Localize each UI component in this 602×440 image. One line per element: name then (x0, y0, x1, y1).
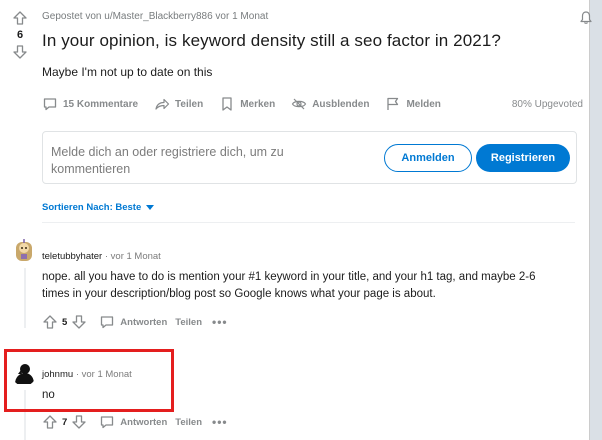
share-label: Teilen (175, 98, 204, 110)
upvote-icon[interactable] (12, 10, 28, 26)
reply-button[interactable]: Antworten (99, 414, 167, 430)
highlight-box (4, 349, 174, 412)
bookmark-icon (222, 97, 232, 111)
comment-time: · vor 1 Monat (104, 251, 161, 262)
login-button[interactable]: Anmelden (384, 144, 472, 172)
comments-button[interactable]: 15 Kommentare (42, 96, 138, 112)
chevron-down-icon (146, 205, 155, 210)
comment-icon (101, 416, 114, 429)
upvote-ratio: 80% Upgevoted (511, 98, 583, 110)
upvote-icon[interactable] (42, 314, 58, 330)
sort-dropdown[interactable]: Sortieren Nach: Beste (42, 202, 155, 213)
flag-icon (387, 97, 399, 110)
comment-username[interactable]: teletubbyhater (42, 251, 102, 262)
reply-label: Antworten (120, 316, 168, 328)
share-button[interactable]: Teilen (154, 96, 203, 112)
report-label: Melden (406, 98, 441, 110)
comment-share-button[interactable]: Teilen (175, 417, 202, 428)
post-page: 6 Gepostet von u/Master_Blackberry886 vo… (0, 0, 592, 440)
comment-actions: 5 Antworten Teilen ••• (42, 314, 228, 330)
thread-line[interactable] (24, 268, 26, 328)
login-prompt-box: Melde dich an oder registriere dich, um … (42, 131, 577, 184)
reply-button[interactable]: Antworten (99, 314, 167, 330)
hide-button[interactable]: Ausblenden (291, 96, 369, 112)
avatar[interactable] (12, 239, 36, 263)
save-label: Merken (240, 98, 276, 110)
upvote-icon[interactable] (42, 414, 58, 430)
post-title[interactable]: In your opinion, is keyword density stil… (42, 31, 501, 51)
downvote-icon[interactable] (71, 314, 87, 330)
comment-score: 5 (62, 316, 68, 328)
share-icon (155, 98, 170, 110)
comment-icon (101, 316, 114, 329)
divider (42, 222, 575, 223)
more-options-icon[interactable]: ••• (212, 415, 228, 429)
hide-eye-icon (292, 98, 307, 110)
comment-score: 7 (62, 416, 68, 428)
comment-actions: 7 Antworten Teilen ••• (42, 414, 228, 430)
comment: teletubbyhater · vor 1 Monat nope. all y… (0, 236, 589, 336)
post-vote-count: 6 (16, 29, 24, 41)
sort-label: Sortieren Nach: Beste (42, 202, 142, 213)
post-vote-column: 6 (0, 10, 40, 60)
post-body: Maybe I'm not up to date on this (42, 65, 213, 79)
comment-text: nope. all you have to do is mention your… (42, 271, 536, 300)
comment-share-button[interactable]: Teilen (175, 317, 202, 328)
register-button[interactable]: Registrieren (476, 144, 570, 172)
login-prompt-text: Melde dich an oder registriere dich, um … (51, 145, 284, 176)
hide-label: Ausblenden (312, 98, 370, 110)
comments-label: 15 Kommentare (63, 98, 139, 110)
post-action-bar: 15 Kommentare Teilen Merken Ausblenden M… (42, 94, 587, 114)
downvote-icon[interactable] (71, 414, 87, 430)
bell-icon[interactable] (578, 10, 594, 26)
save-button[interactable]: Merken (219, 96, 275, 112)
more-options-icon[interactable]: ••• (212, 315, 228, 329)
post-meta: Gepostet von u/Master_Blackberry886 vor … (42, 11, 269, 22)
report-button[interactable]: Melden (385, 96, 441, 112)
comment-icon (43, 98, 57, 111)
comment-meta: teletubbyhater · vor 1 Monat (42, 251, 161, 262)
reply-label: Antworten (120, 416, 168, 428)
downvote-icon[interactable] (12, 44, 28, 60)
